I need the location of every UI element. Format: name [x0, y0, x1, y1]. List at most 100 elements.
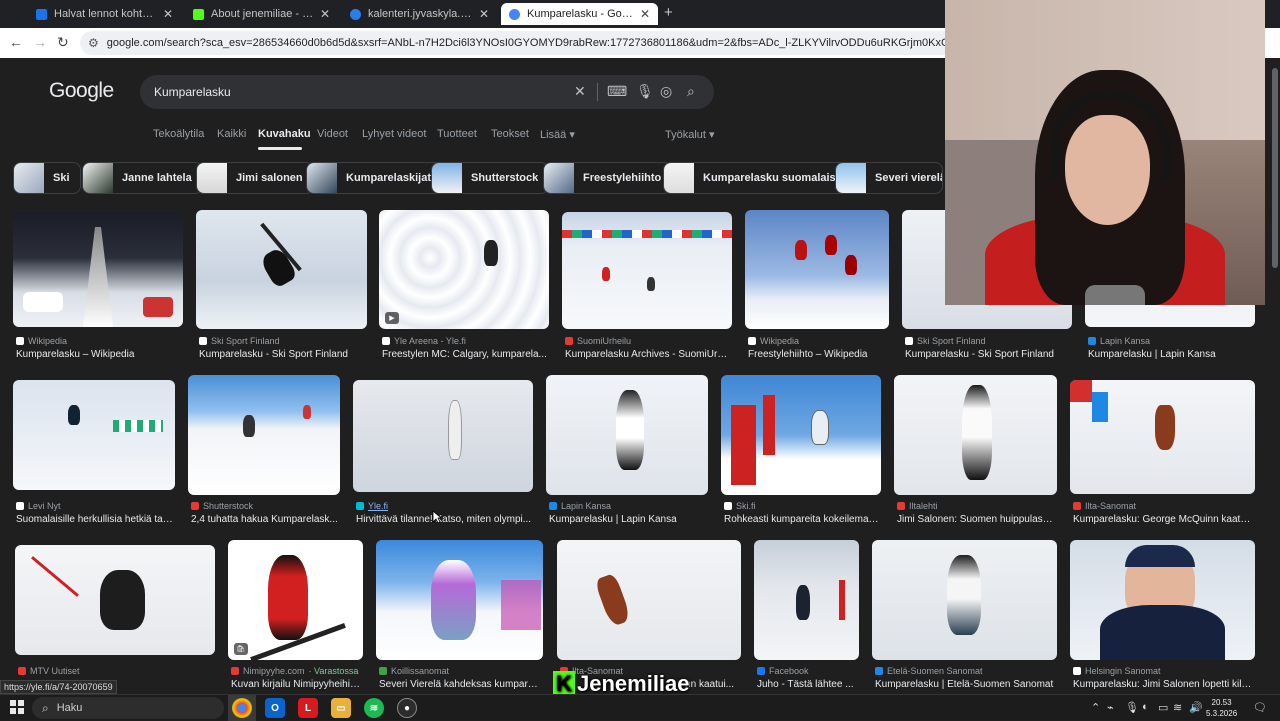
image-result[interactable]: Lapin Kansa Kumparelasku | Lapin Kansa [546, 375, 708, 530]
result-caption[interactable]: Kumparelasku | Lapin Kansa [1088, 349, 1254, 360]
image-result[interactable]: Ski.fi Rohkeasti kumpareita kokeilemaa..… [721, 375, 881, 530]
result-caption[interactable]: Jimi Salonen: Suomen huippulaski... [897, 514, 1056, 525]
result-caption[interactable]: Kumparelasku | Lapin Kansa [549, 514, 707, 525]
result-caption[interactable]: Kumparelasku Archives - SuomiUrh... [565, 349, 731, 360]
result-source[interactable]: Yle Areena - Yle.fi [382, 336, 466, 346]
result-source[interactable]: Helsingin Sanomat [1073, 666, 1161, 676]
result-source[interactable]: Ski.fi [724, 501, 756, 511]
image-result[interactable]: 🛍 Nimipyyhe.com · Varastossa Kuvan kirjai… [228, 540, 363, 695]
result-source[interactable]: Wikipedia [748, 336, 799, 346]
result-thumbnail[interactable] [1070, 540, 1255, 660]
image-result[interactable]: ▶ Yle Areena - Yle.fi Freestylen MC: Cal… [379, 210, 549, 362]
search-box[interactable]: Kumparelasku ✕ ⌨ 🎙 ◎ ⌕ [140, 75, 714, 109]
wifi-icon[interactable]: ≋ [1173, 701, 1182, 714]
tab-images[interactable]: Kuvahaku [258, 128, 311, 140]
tools-button[interactable]: Työkalut ▾ [665, 128, 715, 141]
result-source[interactable]: Ski Sport Finland [199, 336, 280, 346]
image-result[interactable]: Koillissanomat Severi Vierelä kahdeksas … [376, 540, 543, 695]
result-source[interactable]: Etelä-Suomen Sanomat [875, 666, 983, 676]
result-caption[interactable]: Kuvan kirjailu Nimipyyheihin... [231, 679, 362, 690]
result-thumbnail[interactable] [894, 375, 1057, 495]
close-tab-icon[interactable]: ✕ [479, 7, 489, 21]
new-tab-button[interactable]: + [664, 4, 673, 21]
system-clock[interactable]: 20.53 5.3.2026 [1206, 697, 1237, 719]
reload-icon[interactable]: ↻ [57, 34, 69, 51]
scrollbar-thumb[interactable] [1272, 68, 1278, 268]
image-result[interactable]: Wikipedia Freestylehiihto – Wikipedia [745, 210, 889, 362]
tray-chevron-icon[interactable]: ⌃ [1091, 701, 1100, 714]
browser-tab[interactable]: About jenemiliae - Watch Live on Kick ✕ [185, 3, 338, 25]
result-source[interactable]: Levi Nyt [16, 501, 61, 511]
google-logo[interactable]: Google [49, 79, 114, 103]
result-thumbnail[interactable] [353, 380, 533, 492]
suggestion-chip[interactable]: Freestylehiihto [543, 162, 673, 194]
result-caption[interactable]: Kumparelasku – Wikipedia [16, 349, 182, 360]
result-caption[interactable]: Freestylehiihto – Wikipedia [748, 349, 888, 360]
taskbar-search[interactable]: ⌕ Haku [32, 697, 224, 719]
search-icon[interactable]: ⌕ [687, 83, 695, 100]
result-caption[interactable]: Severi Vierelä kahdeksas kumparei... [379, 679, 542, 690]
suggestion-chip[interactable]: Severi vierelä [835, 162, 943, 194]
result-caption[interactable]: Rohkeasti kumpareita kokeilemaa... [724, 514, 880, 525]
result-source[interactable]: Shutterstock [191, 501, 253, 511]
result-source[interactable]: MTV Uutiset [18, 666, 80, 676]
result-thumbnail[interactable] [754, 540, 859, 660]
display-icon[interactable]: ▭ [1158, 701, 1168, 714]
clear-search-icon[interactable]: ✕ [574, 83, 586, 100]
tab-ai-mode[interactable]: Tekoälytila [153, 128, 204, 140]
result-thumbnail[interactable] [196, 210, 367, 329]
close-tab-icon[interactable]: ✕ [640, 7, 650, 21]
suggestion-chip[interactable]: Jimi salonen [196, 162, 314, 194]
tab-products[interactable]: Tuotteet [437, 128, 477, 140]
result-thumbnail[interactable] [13, 212, 183, 327]
chrome-icon[interactable] [232, 698, 252, 718]
result-caption[interactable]: Hirvittävä tilanne! Katso, miten olympi.… [356, 514, 532, 525]
result-thumbnail[interactable] [721, 375, 881, 495]
spotify-icon[interactable]: ≋ [364, 698, 384, 718]
keyboard-icon[interactable]: ⌨ [607, 83, 627, 100]
app-l-icon[interactable]: L [298, 698, 318, 718]
obs-icon[interactable]: ● [397, 698, 417, 718]
result-caption[interactable]: Kumparelasku - Ski Sport Finland [905, 349, 1071, 360]
result-thumbnail[interactable] [745, 210, 889, 329]
image-result[interactable]: SuomiUrheilu Kumparelasku Archives - Suo… [562, 212, 732, 362]
image-result[interactable]: Iltalehti Jimi Salonen: Suomen huippulas… [894, 375, 1057, 530]
result-source[interactable]: Lapin Kansa [549, 501, 611, 511]
suggestion-chip[interactable]: Ski [13, 162, 81, 194]
image-result[interactable]: Shutterstock 2,4 tuhatta hakua Kumparela… [188, 375, 340, 530]
image-result[interactable]: Ilta-Sanomat Kumparelasku: George McQuin… [1070, 380, 1255, 530]
browser-tab-active[interactable]: Kumparelasku - Google-haku ✕ [501, 3, 658, 25]
image-result[interactable]: Levi Nyt Suomalaisille herkullisia hetki… [13, 380, 175, 530]
result-caption[interactable]: Kumparelasku: Jimi Salonen lopetti kilp.… [1073, 679, 1254, 690]
suggestion-chip[interactable]: Kumparelasku suomalaiset [663, 162, 857, 194]
result-caption[interactable]: Kumparelasku - Ski Sport Finland [199, 349, 366, 360]
windows-start-icon[interactable] [10, 700, 24, 714]
browser-tab[interactable]: Halvat lennot kohteesta Helsinki ✕ [28, 3, 181, 25]
tab-more[interactable]: Lisää ▾ [540, 128, 575, 141]
result-source[interactable]: Ski Sport Finland [905, 336, 986, 346]
outlook-icon[interactable]: O [265, 698, 285, 718]
image-result[interactable]: Helsingin Sanomat Kumparelasku: Jimi Sal… [1070, 540, 1255, 695]
result-source[interactable]: Iltalehti [897, 501, 938, 511]
result-source[interactable]: Lapin Kansa [1088, 336, 1150, 346]
result-thumbnail[interactable] [872, 540, 1057, 660]
site-info-icon[interactable]: ⚙ [88, 36, 99, 50]
image-result[interactable]: Wikipedia Kumparelasku – Wikipedia [13, 212, 183, 362]
result-thumbnail[interactable] [188, 375, 340, 495]
result-thumbnail[interactable] [376, 540, 543, 660]
result-caption[interactable]: 2,4 tuhatta hakua Kumparelask... [191, 514, 339, 525]
file-explorer-icon[interactable]: ▭ [331, 698, 351, 718]
suggestion-chip[interactable]: Janne lahtela [82, 162, 203, 194]
suggestion-chip[interactable]: Shutterstock [431, 162, 550, 194]
network-icon[interactable]: ⌁ [1107, 701, 1114, 714]
tab-all[interactable]: Kaikki [217, 128, 246, 140]
result-thumbnail[interactable] [13, 380, 175, 490]
volume-icon[interactable]: 🔊 [1189, 701, 1203, 714]
result-thumbnail[interactable]: 🛍 [228, 540, 363, 660]
address-bar[interactable]: ⚙ google.com/search?sca_esv=286534660d0b… [80, 31, 980, 55]
close-tab-icon[interactable]: ✕ [163, 7, 173, 21]
result-caption[interactable]: Suomalaisille herkullisia hetkiä tarj... [16, 514, 174, 525]
result-caption[interactable]: Juho - Tästä lähtee ... [757, 679, 858, 690]
result-thumbnail[interactable] [15, 545, 215, 655]
app-tray-icon[interactable]: ◐ [1142, 701, 1149, 713]
